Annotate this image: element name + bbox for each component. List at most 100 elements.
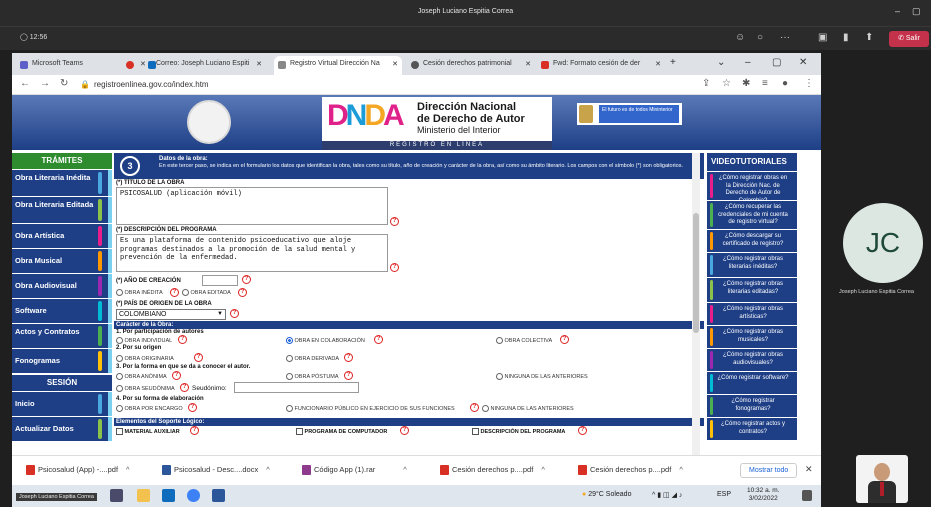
store-icon[interactable] xyxy=(162,489,175,502)
download-item[interactable]: Cesión derechos p....pdf ^ xyxy=(578,465,683,476)
nav-item-inicio[interactable]: Inicio xyxy=(12,392,112,416)
profile-icon[interactable]: ● xyxy=(782,78,788,89)
people-icon[interactable]: ☺ xyxy=(735,32,745,43)
option-originaria[interactable]: OBRA ORIGINARIA xyxy=(116,355,174,362)
download-item[interactable]: Cesión derechos p....pdf ^ xyxy=(440,465,545,476)
description-input[interactable]: Es una plataforma de contenido psicoeduc… xyxy=(116,234,388,272)
help-icon[interactable]: ? xyxy=(194,353,203,362)
tutorial-item[interactable]: ¿Cómo recuperar las credenciales de mi c… xyxy=(707,201,797,229)
notifications-icon[interactable] xyxy=(802,490,812,501)
more-icon[interactable]: ··· xyxy=(780,32,790,43)
language-indicator[interactable]: ESP xyxy=(717,491,731,498)
help-icon[interactable]: ? xyxy=(400,426,409,435)
option-editada[interactable]: OBRA EDITADA xyxy=(182,289,231,296)
star-icon[interactable]: ☆ xyxy=(722,78,731,89)
file-explorer-icon[interactable] xyxy=(137,489,150,502)
help-icon[interactable]: ? xyxy=(470,403,479,412)
option-seudonima[interactable]: OBRA SEUDÓNIMA xyxy=(116,385,175,392)
option-anonima[interactable]: OBRA ANÓNIMA xyxy=(116,373,167,380)
tab-cesion[interactable]: Cesión derechos patrimonial ✕ xyxy=(407,56,535,75)
close-icon[interactable]: ✕ xyxy=(256,60,262,68)
close-icon[interactable]: ✕ xyxy=(805,464,813,475)
minimize-icon[interactable]: – xyxy=(895,6,900,16)
nav-item-fonogramas[interactable]: Fonogramas xyxy=(12,349,112,373)
leave-button[interactable]: ✆ Salir xyxy=(889,31,929,47)
help-icon[interactable]: ? xyxy=(230,309,239,318)
show-all-button[interactable]: Mostrar todo xyxy=(740,463,798,478)
download-item[interactable]: Psicosalud (App) -....pdf ^ xyxy=(26,465,130,476)
help-icon[interactable]: ? xyxy=(578,426,587,435)
help-icon[interactable]: ? xyxy=(238,288,247,297)
system-tray-icons[interactable]: ^ ▮ ◫ ◢ ♪ xyxy=(652,491,682,499)
option-colaboracion[interactable]: OBRA EN COLABORACIÓN xyxy=(286,337,365,344)
tutorial-item[interactable]: ¿Cómo registrar obras artísticas? xyxy=(707,303,797,325)
menu-icon[interactable]: ⋮ xyxy=(804,78,814,89)
weather-widget[interactable]: ● 29°C Soleado xyxy=(582,491,631,498)
country-select[interactable]: COLOMBIANO ▼ xyxy=(116,309,226,320)
check-descripcion-programa[interactable]: DESCRIPCIÓN DEL PROGRAMA xyxy=(472,428,565,435)
nav-item-audiovisual[interactable]: Obra Audiovisual xyxy=(12,274,112,298)
download-item[interactable]: Psicosalud - Desc....docx ^ xyxy=(162,465,270,476)
close-icon[interactable]: ✕ xyxy=(140,60,146,68)
minimize-icon[interactable]: – xyxy=(745,57,751,68)
chat-icon[interactable]: ○ xyxy=(757,32,763,43)
extension-icon[interactable]: ✱ xyxy=(742,78,750,89)
forward-icon[interactable]: → xyxy=(40,78,50,89)
help-icon[interactable]: ? xyxy=(374,335,383,344)
reading-list-icon[interactable]: ≡ xyxy=(762,78,768,89)
check-material-auxiliar[interactable]: MATERIAL AUXILIAR xyxy=(116,428,180,435)
close-icon[interactable]: ✕ xyxy=(525,60,531,68)
tab-registro[interactable]: Registro Virtual Dirección Na ✕ xyxy=(274,56,402,75)
option-ninguna-3[interactable]: NINGUNA DE LAS ANTERIORES xyxy=(496,373,588,380)
maximize-icon[interactable]: ▢ xyxy=(772,57,781,68)
form-scrollbar[interactable] xyxy=(692,153,700,455)
title-input[interactable]: PSICOSALUD (aplicación móvil) xyxy=(116,187,388,225)
help-icon[interactable]: ? xyxy=(170,288,179,297)
help-icon[interactable]: ? xyxy=(180,383,189,392)
help-icon[interactable]: ? xyxy=(390,263,399,272)
option-derivada[interactable]: OBRA DERIVADA xyxy=(286,355,339,362)
nav-item-literaria-editada[interactable]: Obra Literaria Editada xyxy=(12,197,112,223)
option-encargo[interactable]: OBRA POR ENCARGO xyxy=(116,405,183,412)
chevron-down-icon[interactable]: ⌄ xyxy=(717,57,725,68)
reload-icon[interactable]: ↻ xyxy=(60,78,68,89)
nav-item-literaria-inedita[interactable]: Obra Literaria Inédita xyxy=(12,170,112,196)
close-icon[interactable]: ✕ xyxy=(799,57,807,68)
option-ninguna-4[interactable]: NINGUNA DE LAS ANTERIORES xyxy=(482,405,574,412)
tutorial-item[interactable]: ¿Cómo registrar obras literarias editada… xyxy=(707,278,797,302)
help-icon[interactable]: ? xyxy=(560,335,569,344)
close-icon[interactable]: ✕ xyxy=(655,60,661,68)
url-field[interactable]: registroenlinea.gov.co/index.htm xyxy=(94,80,209,89)
nav-item-musical[interactable]: Obra Musical xyxy=(12,249,112,273)
tutorial-item[interactable]: ¿Cómo registrar obras musicales? xyxy=(707,326,797,348)
tab-gmail[interactable]: Fwd: Formato cesión de der ✕ xyxy=(537,56,665,75)
nav-item-software[interactable]: Software xyxy=(12,299,112,323)
tab-mail[interactable]: ✕ Correo: Joseph Luciano Espiti ✕ xyxy=(116,56,266,75)
nav-item-artistica[interactable]: Obra Artística xyxy=(12,224,112,248)
nav-item-actos-contratos[interactable]: Actos y Contratos xyxy=(12,324,112,348)
tutorial-item[interactable]: ¿Cómo registrar obras audiovisuales? xyxy=(707,349,797,371)
back-icon[interactable]: ← xyxy=(20,78,30,89)
option-postuma[interactable]: OBRA PÓSTUMA xyxy=(286,373,339,380)
year-input[interactable] xyxy=(202,275,238,286)
tutorial-item[interactable]: ¿Cómo registrar actos y contratos? xyxy=(707,418,797,440)
camera-icon[interactable]: ▣ xyxy=(818,32,827,43)
help-icon[interactable]: ? xyxy=(344,353,353,362)
clock[interactable]: 10:32 a. m. 3/02/2022 xyxy=(747,487,780,503)
option-individual[interactable]: OBRA INDIVIDUAL xyxy=(116,337,172,344)
word-icon[interactable] xyxy=(212,489,225,502)
option-inedita[interactable]: OBRA INÉDITA xyxy=(116,289,163,296)
help-icon[interactable]: ? xyxy=(178,335,187,344)
share-icon[interactable]: ⬆ xyxy=(865,32,873,43)
chrome-icon[interactable] xyxy=(187,489,200,502)
mic-icon[interactable]: ▮ xyxy=(843,32,849,43)
check-programa-computador[interactable]: PROGRAMA DE COMPUTADOR xyxy=(296,428,387,435)
nav-item-actualizar-datos[interactable]: Actualizar Datos xyxy=(12,417,112,441)
help-icon[interactable]: ? xyxy=(190,426,199,435)
help-icon[interactable]: ? xyxy=(172,371,181,380)
tutorial-item[interactable]: ¿Cómo registrar fonogramas? xyxy=(707,395,797,417)
tutorial-item[interactable]: ¿Cómo descargar su certificado de regist… xyxy=(707,230,797,252)
download-item[interactable]: Código App (1).rar ^ xyxy=(302,465,407,476)
tutorial-item[interactable]: ¿Cómo registrar obras literarias inédita… xyxy=(707,253,797,277)
help-icon[interactable]: ? xyxy=(390,217,399,226)
